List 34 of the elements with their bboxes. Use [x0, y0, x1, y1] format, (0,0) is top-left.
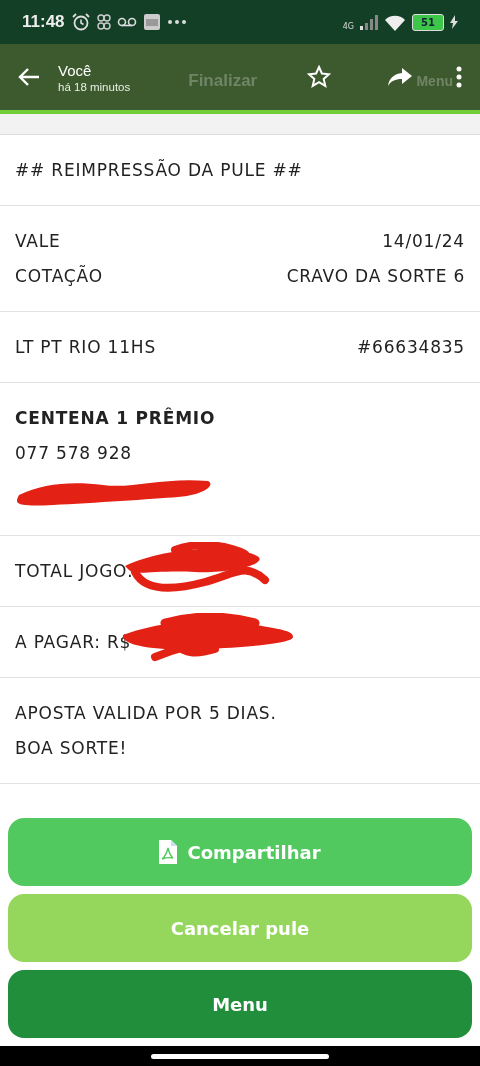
action-button[interactable]: Cancelar pule — [8, 894, 472, 962]
receipt-text: BOA SORTE! — [15, 738, 128, 758]
network-label: 4G — [342, 21, 354, 31]
receipt-text: TOTAL JOGO: — [15, 561, 134, 581]
battery-level: 51 — [421, 16, 435, 28]
action-button[interactable]: Menu — [8, 970, 472, 1038]
bet-type: CENTENA 1 PRÊMIO — [15, 408, 216, 428]
field-label: COTAÇÃO — [15, 266, 103, 286]
home-indicator[interactable] — [151, 1053, 329, 1059]
image-icon — [142, 13, 161, 31]
notification-icon — [96, 13, 111, 31]
field-value: 14/01/24 — [382, 231, 465, 251]
field-value: CRAVO DA SORTE 6 — [286, 266, 465, 286]
sender-name: Você — [58, 61, 93, 79]
more-icon — [166, 19, 187, 25]
signal-icon — [360, 14, 378, 30]
alarm-clock-icon — [70, 12, 91, 32]
action-button[interactable]: Compartilhar — [8, 818, 472, 886]
wifi-icon — [384, 13, 406, 31]
star-icon — [307, 65, 332, 89]
field-value: #66634835 — [357, 337, 465, 357]
field-label: VALE — [15, 231, 61, 251]
receipt-text: APOSTA VALIDA POR 5 DIAS. — [15, 703, 277, 723]
message-time: há 18 minutos — [58, 80, 131, 93]
back-arrow-icon — [18, 67, 40, 87]
clock-time: 11:48 — [22, 12, 65, 32]
pdf-file-icon — [159, 840, 178, 864]
receipt-text: 077 578 928 — [15, 443, 132, 463]
voicemail-icon — [116, 16, 137, 28]
receipt-text: ## REIMPRESSÃO DA PULE ## — [15, 160, 303, 180]
field-label: LT PT RIO 11HS — [15, 337, 156, 357]
more-options-icon — [456, 66, 462, 88]
forward-arrow-icon — [387, 67, 414, 87]
charging-icon — [450, 15, 458, 29]
